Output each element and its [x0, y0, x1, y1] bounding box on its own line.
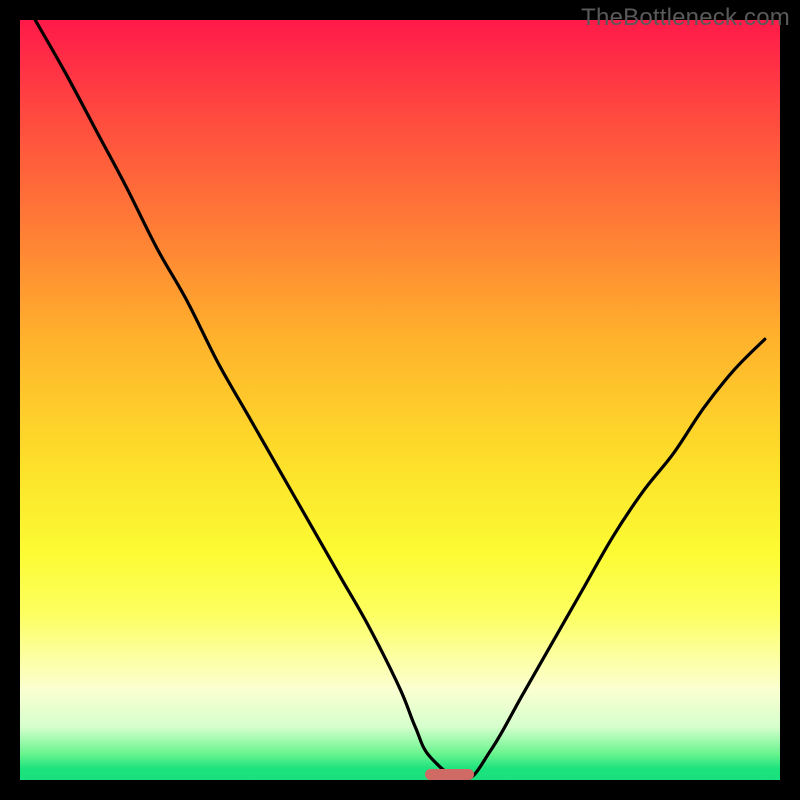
optimal-range-marker [425, 769, 474, 780]
plot-area [20, 20, 780, 780]
chart-frame: TheBottleneck.com [0, 0, 800, 800]
watermark-text: TheBottleneck.com [581, 4, 790, 32]
bottleneck-curve [20, 20, 780, 780]
